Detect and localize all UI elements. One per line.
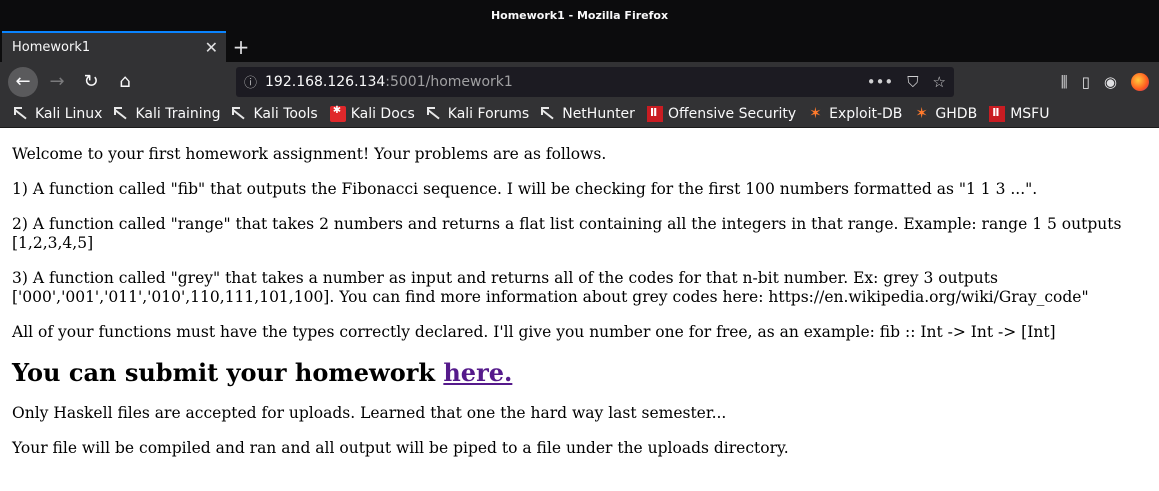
tab-strip: Homework1 ✕ + [0, 31, 1159, 62]
window-title: Homework1 - Mozilla Firefox [490, 9, 669, 22]
new-tab-button[interactable]: + [226, 31, 256, 62]
problem-1-text: 1) A function called "fib" that outputs … [12, 180, 1038, 198]
kali-dragon-icon [114, 106, 130, 122]
bookmark-kali-tools[interactable]: Kali Tools [232, 106, 318, 122]
tab-close-icon[interactable]: ✕ [205, 39, 218, 56]
bookmark-star-icon[interactable]: ☆ [933, 73, 946, 91]
reload-icon[interactable]: ↻ [76, 67, 106, 97]
types-note-text: All of your functions must have the type… [12, 323, 1056, 341]
exploit-db-icon [808, 104, 824, 122]
url-text[interactable]: 192.168.126.134:5001/homework1 [265, 74, 867, 90]
site-info-icon[interactable]: ⓘ [244, 72, 257, 91]
url-host: 192.168.126.134 [265, 73, 386, 90]
page-content: Welcome to your first homework assignmen… [0, 128, 1159, 458]
bookmark-nethunter[interactable]: NetHunter [541, 106, 635, 122]
kali-docs-icon [329, 105, 346, 122]
bookmark-kali-forums[interactable]: Kali Forums [426, 106, 529, 122]
submit-heading: You can submit your homework here. [12, 358, 1147, 388]
page-actions-icon[interactable]: ••• [867, 73, 894, 91]
intro-text: Welcome to your first homework assignmen… [12, 145, 607, 163]
bookmark-exploit-db[interactable]: Exploit-DB [808, 104, 902, 122]
library-icon[interactable]: ⫼ [1061, 73, 1068, 91]
bookmark-ghdb[interactable]: GHDB [914, 104, 977, 122]
tab-label: Homework1 [12, 40, 91, 55]
submit-homework-link[interactable]: here. [443, 358, 512, 387]
problem-2-text: 2) A function called "range" that takes … [12, 215, 1122, 252]
haskell-note-text: Only Haskell files are accepted for uplo… [12, 404, 727, 422]
kali-dragon-icon [14, 106, 30, 122]
bookmarks-toolbar: Kali Linux Kali Training Kali Tools Kali… [0, 101, 1159, 128]
compile-note-text: Your file will be compiled and ran and a… [12, 439, 789, 457]
forward-arrow-icon[interactable]: → [42, 67, 72, 97]
bookmark-kali-docs[interactable]: Kali Docs [329, 105, 415, 122]
back-arrow-icon[interactable]: ← [8, 66, 38, 97]
kali-dragon-icon [232, 106, 248, 122]
pocket-icon[interactable]: ⛉ [907, 73, 918, 91]
bookmark-kali-linux[interactable]: Kali Linux [14, 106, 102, 122]
sidebar-icon[interactable]: ▯ [1082, 73, 1090, 91]
bookmark-offensive-security[interactable]: Offensive Security [646, 106, 796, 122]
submit-heading-text: You can submit your homework [12, 358, 444, 387]
offsec-icon [989, 106, 1006, 122]
kali-dragon-icon [541, 106, 557, 122]
offsec-icon [646, 106, 663, 122]
home-icon[interactable]: ⌂ [110, 67, 140, 97]
firefox-logo-icon[interactable] [1131, 72, 1149, 91]
tab-homework1[interactable]: Homework1 ✕ [2, 31, 226, 62]
exploit-db-icon [914, 104, 930, 122]
window-titlebar: Homework1 - Mozilla Firefox [0, 0, 1159, 31]
address-bar[interactable]: ⓘ 192.168.126.134:5001/homework1 ••• ⛉ ☆ [236, 66, 954, 97]
bookmark-msfu[interactable]: MSFU [989, 106, 1049, 122]
account-icon[interactable]: ◉ [1104, 73, 1117, 91]
problem-3-text: 3) A function called "grey" that takes a… [12, 269, 1089, 306]
url-path: :5001/homework1 [385, 73, 513, 90]
bookmark-kali-training[interactable]: Kali Training [114, 106, 220, 122]
navigation-toolbar: ← → ↻ ⌂ ⓘ 192.168.126.134:5001/homework1… [0, 62, 1159, 101]
kali-dragon-icon [426, 106, 443, 122]
